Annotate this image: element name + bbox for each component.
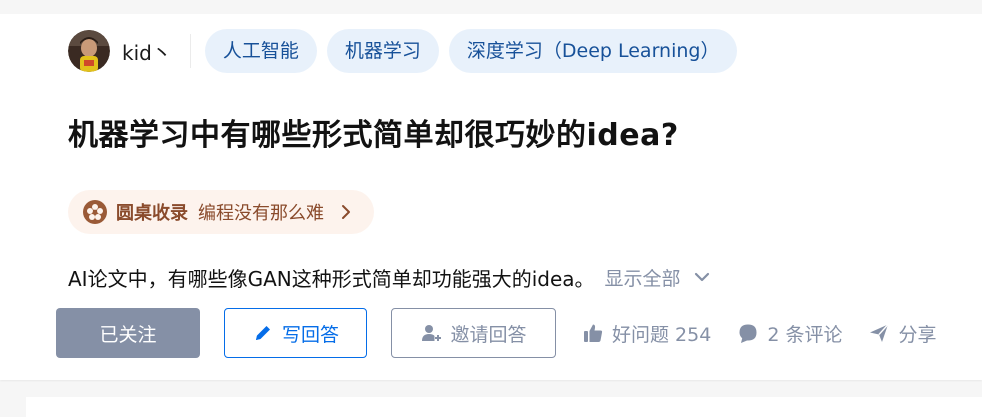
meta-divider xyxy=(189,34,191,68)
topic-tag-machine-learning[interactable]: 机器学习 xyxy=(326,29,439,73)
followed-button[interactable]: 已关注 xyxy=(56,308,200,358)
avatar-icon xyxy=(68,30,110,72)
comments-button[interactable]: 2 条评论 xyxy=(737,320,842,347)
flower-icon xyxy=(83,200,107,224)
topic-tag-deep-learning[interactable]: 深度学习（Deep Learning） xyxy=(448,29,738,73)
add-user-icon xyxy=(422,325,442,341)
invite-answer-label: 邀请回答 xyxy=(450,323,527,346)
roundtable-name: 编程没有那么难 xyxy=(198,203,324,224)
show-all-button[interactable]: 显示全部 xyxy=(605,264,681,291)
question-excerpt: AI论文中，有哪些像GAN这种形式简单却功能强大的idea。 显示全部 xyxy=(68,262,711,292)
comments-label: 2 条评论 xyxy=(767,323,843,346)
chevron-right-icon xyxy=(342,205,350,219)
share-button[interactable]: 分享 xyxy=(868,320,936,347)
invite-answer-button[interactable]: 邀请回答 xyxy=(391,308,556,358)
roundtable-label: 圆桌收录 xyxy=(116,203,188,224)
followed-button-label: 已关注 xyxy=(99,323,157,346)
roundtable-badge[interactable]: 圆桌收录 编程没有那么难 xyxy=(68,190,374,234)
question-meta-row: kid丶 人工智能 机器学习 深度学习（Deep Learning） xyxy=(68,28,747,74)
write-answer-label: 写回答 xyxy=(281,323,339,346)
pencil-icon xyxy=(255,326,270,340)
author-name[interactable]: kid丶 xyxy=(122,37,172,66)
chevron-down-icon[interactable] xyxy=(693,271,711,283)
avatar[interactable] xyxy=(68,30,110,72)
share-icon xyxy=(870,324,889,342)
good-question-button[interactable]: 好问题 254 xyxy=(582,320,711,347)
excerpt-text: AI论文中，有哪些像GAN这种形式简单却功能强大的idea。 xyxy=(68,266,595,291)
share-label: 分享 xyxy=(898,323,937,346)
page: kid丶 人工智能 机器学习 深度学习（Deep Learning） 机器学习中… xyxy=(0,0,982,417)
topic-tag-ai[interactable]: 人工智能 xyxy=(204,29,317,73)
question-title[interactable]: 机器学习中有哪些形式简单却很巧妙的idea? xyxy=(68,110,679,154)
next-card-edge xyxy=(26,397,982,417)
thumbs-up-icon xyxy=(584,324,603,342)
write-answer-button[interactable]: 写回答 xyxy=(224,308,367,358)
comment-icon xyxy=(739,324,757,343)
question-actions: 已关注 写回答 邀请回答 好问题 254 2 条评论 分享 xyxy=(56,308,936,358)
good-question-label: 好问题 254 xyxy=(612,323,712,346)
